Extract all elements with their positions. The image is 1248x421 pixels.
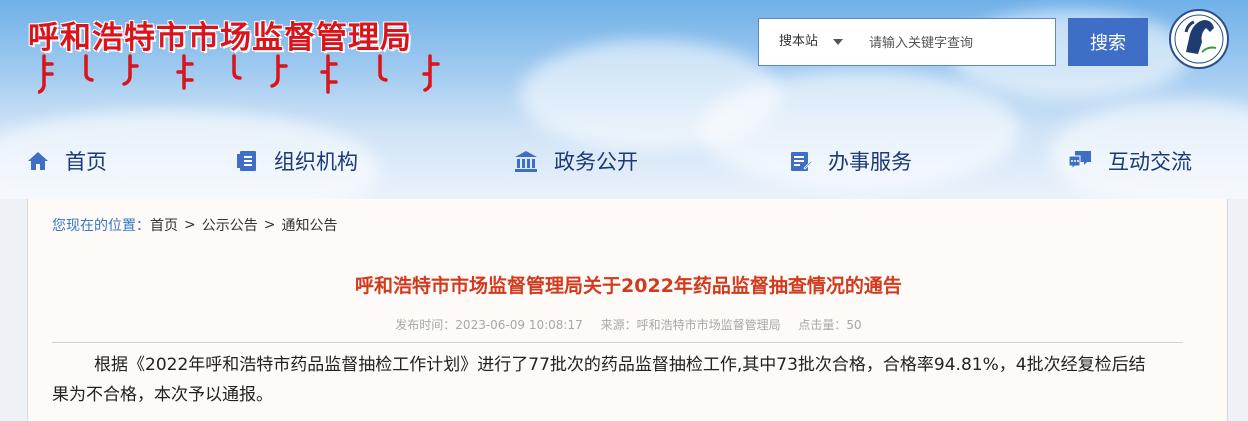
article-source: 来源：呼和浩特市市场监督管理局: [600, 318, 781, 332]
site-title[interactable]: 呼和浩特市市场监督管理局: [28, 12, 412, 57]
article-title: 呼和浩特市市场监督管理局关于2022年药品监督抽查情况的通告: [355, 275, 902, 297]
search-scope-select[interactable]: 搜本站: [759, 19, 863, 65]
breadcrumb-link-home[interactable]: 首页: [150, 215, 178, 235]
search-scope-label: 搜本站: [779, 34, 819, 49]
publish-time: 发布时间：2023-06-09 10:08:17: [395, 318, 583, 332]
nav-item-label: 政务公开: [554, 150, 638, 174]
click-count: 点击量：50: [798, 318, 862, 332]
nav-item-organization[interactable]: 组织机构: [236, 138, 358, 184]
government-building-icon: [515, 151, 537, 172]
breadcrumb-label: 您现在的位置：: [52, 218, 150, 234]
chat-icon: [1068, 151, 1091, 171]
main-navigation: 首页 组织机构 政务公开 办事服务 互动交流: [0, 138, 1248, 184]
breadcrumb-link-announcements[interactable]: 公示公告: [202, 215, 258, 235]
caret-down-icon: [833, 39, 843, 45]
meta-divider: [52, 342, 1183, 343]
breadcrumb-link-notices[interactable]: 通知公告: [281, 215, 337, 235]
home-icon: [28, 152, 48, 170]
site-header: 呼和浩特市市场监督管理局 搜本站 搜索: [0, 0, 1248, 199]
article-panel: 您现在的位置： 首页 > 公示公告 > 通知公告 呼和浩特市市场监督管理局关于2…: [27, 199, 1228, 421]
search-input[interactable]: [867, 27, 1051, 59]
nav-item-interaction[interactable]: 互动交流: [1068, 138, 1192, 184]
mongolian-script-title-graphic: [38, 54, 440, 94]
breadcrumb: 您现在的位置： 首页 > 公示公告 > 通知公告: [52, 215, 337, 235]
breadcrumb-separator: >: [184, 217, 196, 233]
organization-icon: [237, 151, 256, 171]
nav-item-label: 互动交流: [1108, 150, 1192, 174]
nav-item-home[interactable]: 首页: [27, 138, 107, 184]
search-button[interactable]: 搜索: [1068, 18, 1148, 66]
breadcrumb-separator: >: [263, 217, 276, 233]
article-meta: 发布时间：2023-06-09 10:08:17 来源：呼和浩特市市场监督管理局…: [28, 316, 1229, 333]
article-body: 根据《2022年呼和浩特市药品监督抽检工作计划》进行了77批次的药品监督抽检工作…: [52, 355, 1146, 405]
service-form-icon: [791, 152, 812, 171]
horse-emblem-logo: [1169, 9, 1229, 69]
nav-item-government-affairs[interactable]: 政务公开: [514, 138, 638, 184]
nav-item-label: 首页: [65, 150, 107, 174]
nav-item-services[interactable]: 办事服务: [790, 138, 912, 184]
nav-item-label: 组织机构: [274, 150, 358, 174]
search-box: 搜本站: [758, 18, 1056, 66]
nav-item-label: 办事服务: [828, 150, 912, 174]
